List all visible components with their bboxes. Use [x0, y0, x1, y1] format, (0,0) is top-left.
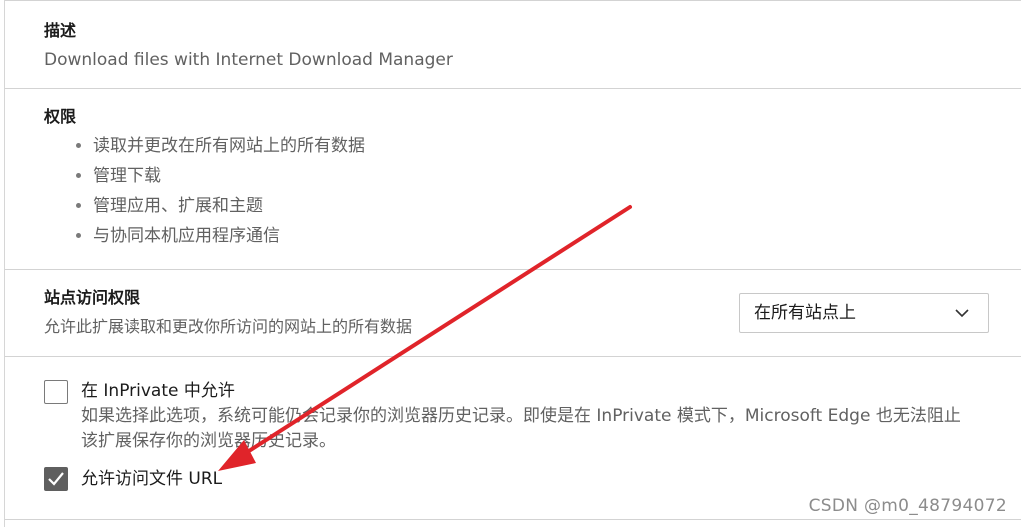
checkmark-icon — [48, 472, 64, 486]
permissions-section: 权限 读取并更改在所有网站上的所有数据 管理下载 管理应用、扩展和主题 与协同本… — [44, 106, 994, 251]
inprivate-description: 如果选择此选项，系统可能仍会记录你的浏览器历史记录。即使是在 InPrivate… — [81, 404, 1001, 454]
inprivate-description-line1: 如果选择此选项，系统可能仍会记录你的浏览器历史记录。即使是在 InPrivate… — [81, 406, 961, 426]
bullet-icon — [76, 173, 81, 178]
permissions-title: 权限 — [44, 107, 77, 126]
list-item: 与协同本机应用程序通信 — [43, 221, 994, 251]
inprivate-checkbox[interactable] — [44, 380, 68, 404]
description-text: Download files with Internet Download Ma… — [44, 50, 453, 70]
file-url-checkbox[interactable] — [44, 467, 68, 491]
bullet-icon — [76, 203, 81, 208]
list-item: 读取并更改在所有网站上的所有数据 — [43, 131, 994, 161]
inprivate-description-line2: 该扩展保存你的浏览器历史记录。 — [81, 431, 336, 451]
dropdown-selected-value: 在所有站点上 — [754, 303, 856, 323]
permission-label: 与协同本机应用程序通信 — [93, 226, 280, 246]
permissions-list: 读取并更改在所有网站上的所有数据 管理下载 管理应用、扩展和主题 与协同本机应用… — [43, 131, 994, 251]
permission-label: 管理应用、扩展和主题 — [93, 196, 263, 216]
left-border — [4, 0, 5, 527]
site-access-dropdown[interactable]: 在所有站点上 — [739, 293, 989, 333]
divider-1 — [5, 88, 1021, 89]
chevron-down-icon — [955, 309, 969, 318]
divider-4 — [5, 519, 1021, 520]
permission-label: 读取并更改在所有网站上的所有数据 — [93, 136, 365, 156]
inprivate-label: 在 InPrivate 中允许 — [81, 381, 235, 401]
file-url-label: 允许访问文件 URL — [81, 469, 223, 489]
description-title: 描述 — [44, 21, 77, 40]
list-item: 管理应用、扩展和主题 — [43, 191, 994, 221]
extension-details-page: 描述 Download files with Internet Download… — [0, 0, 1021, 527]
watermark: CSDN @m0_48794072 — [808, 496, 1007, 516]
divider-top — [5, 0, 1021, 1]
divider-3 — [5, 356, 1021, 357]
bullet-icon — [76, 143, 81, 148]
permission-label: 管理下载 — [93, 166, 161, 186]
description-section: 描述 Download files with Internet Download… — [44, 20, 994, 72]
divider-2 — [5, 269, 1021, 270]
list-item: 管理下载 — [43, 161, 994, 191]
bullet-icon — [76, 233, 81, 238]
